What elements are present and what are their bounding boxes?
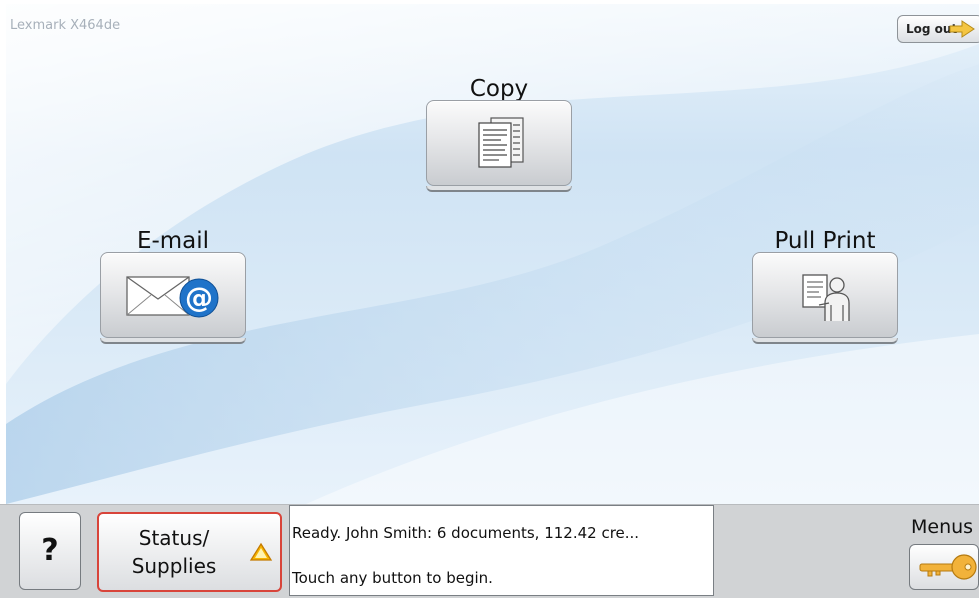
email-envelope-icon: @	[126, 276, 219, 318]
arrow-right-icon	[949, 20, 975, 38]
home-background: Lexmark X464de Log out Copy E-mail @ Pul…	[6, 4, 979, 504]
pull-print-person-icon	[802, 274, 850, 321]
status-label-line2: Supplies	[131, 554, 217, 578]
pull-print-tile[interactable]: Pull Print	[752, 226, 898, 356]
warning-triangle-icon	[249, 542, 273, 561]
copy-button-base	[426, 186, 572, 192]
pull-print-button[interactable]	[752, 252, 898, 338]
printer-home-screen: Lexmark X464de Log out Copy E-mail @ Pul…	[0, 0, 979, 598]
printer-model-label: Lexmark X464de	[10, 18, 121, 33]
status-message-line1: Ready. John Smith: 6 documents, 112.42 c…	[292, 524, 640, 542]
help-button[interactable]: ?	[19, 512, 81, 590]
pull-print-button-base	[752, 338, 898, 344]
email-button-base	[100, 338, 246, 344]
email-label: E-mail	[136, 228, 210, 254]
pull-print-label: Pull Print	[774, 228, 876, 254]
status-label-line1: Status/	[138, 526, 210, 550]
logout-button[interactable]: Log out	[897, 15, 979, 43]
email-button[interactable]: @	[100, 252, 246, 338]
copy-document-icon	[478, 117, 524, 168]
copy-tile[interactable]: Copy	[426, 74, 572, 204]
status-supplies-button[interactable]: Status/ Supplies	[97, 512, 282, 592]
svg-text:@: @	[185, 281, 213, 314]
status-message-box: Ready. John Smith: 6 documents, 112.42 c…	[289, 505, 714, 596]
copy-label: Copy	[469, 76, 529, 102]
menus-button[interactable]	[909, 544, 979, 590]
email-tile[interactable]: E-mail @	[100, 226, 246, 356]
menus-label: Menus	[911, 516, 974, 538]
status-message-line2: Touch any button to begin.	[292, 569, 493, 587]
key-icon	[919, 554, 977, 580]
copy-button[interactable]	[426, 100, 572, 186]
